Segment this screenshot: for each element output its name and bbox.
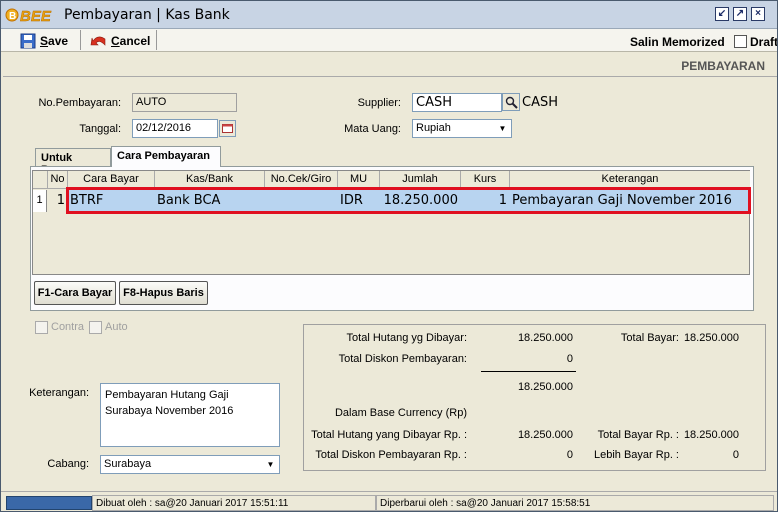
highlight-box bbox=[66, 187, 751, 214]
save-label: Save bbox=[40, 34, 69, 48]
svg-text:B: B bbox=[9, 11, 16, 22]
tanggal-field[interactable]: 02/12/2016 bbox=[132, 119, 218, 138]
status-updated: Diperbarui oleh : sa@20 Januari 2017 15:… bbox=[376, 495, 774, 511]
lebih-bayar-rp-value: 0 bbox=[732, 449, 739, 461]
bee-logo-icon: B BEE bbox=[5, 8, 52, 24]
contra-checkbox[interactable] bbox=[35, 321, 48, 334]
summary-panel: Total Hutang yg Dibayar: 18.250.000 Tota… bbox=[303, 324, 766, 471]
maximize-icon[interactable]: ↗ bbox=[733, 7, 747, 21]
auto-label: Auto bbox=[105, 321, 128, 333]
auto-checkbox[interactable] bbox=[89, 321, 102, 334]
subtotal-value: 18.250.000 bbox=[517, 381, 573, 393]
contra-label: Contra bbox=[51, 321, 85, 333]
total-diskon-label: Total Diskon Pembayaran: bbox=[338, 353, 467, 365]
chevron-down-icon: ▼ bbox=[263, 457, 278, 472]
payment-grid: No Cara Bayar Kas/Bank No.Cek/Giro MU Ju… bbox=[32, 170, 750, 275]
keterangan-label: Keterangan: bbox=[29, 387, 89, 399]
toolbar-separator bbox=[80, 30, 81, 50]
cell-no: 1 bbox=[56, 193, 65, 208]
cabang-select[interactable]: Surabaya ▼ bbox=[100, 455, 280, 474]
save-button[interactable]: Save bbox=[20, 32, 68, 50]
sum-line bbox=[481, 371, 576, 372]
floppy-disk-icon bbox=[20, 33, 36, 49]
tab-cara-pembayaran[interactable]: Cara Pembayaran bbox=[111, 146, 221, 167]
mata-uang-value: Rupiah bbox=[416, 122, 451, 134]
total-bayar-rp-label: Total Bayar Rp. : bbox=[597, 429, 679, 441]
no-pembayaran-label: No.Pembayaran: bbox=[38, 97, 121, 109]
total-hutang-rp-value: 18.250.000 bbox=[517, 429, 573, 441]
svg-text:BEE: BEE bbox=[20, 8, 52, 24]
lebih-bayar-rp-label: Lebih Bayar Rp. : bbox=[594, 449, 679, 461]
tanggal-label: Tanggal: bbox=[79, 123, 121, 135]
cabang-label: Cabang: bbox=[47, 458, 89, 470]
total-hutang-value: 18.250.000 bbox=[517, 332, 573, 344]
calendar-button[interactable] bbox=[219, 120, 236, 137]
hapus-baris-button[interactable]: F8-Hapus Baris bbox=[119, 281, 208, 305]
column-header[interactable]: No bbox=[48, 171, 68, 189]
supplier-name: CASH bbox=[522, 95, 558, 110]
total-diskon-rp-value: 0 bbox=[566, 449, 573, 461]
keterangan-line: Pembayaran Hutang Gaji bbox=[105, 389, 229, 401]
mata-uang-select[interactable]: Rupiah ▼ bbox=[412, 119, 512, 138]
chevron-down-icon: ▼ bbox=[495, 121, 510, 136]
divider bbox=[3, 76, 777, 77]
keterangan-textarea[interactable]: Pembayaran Hutang Gaji Surabaya November… bbox=[100, 383, 280, 447]
window-title: Pembayaran | Kas Bank bbox=[64, 7, 230, 23]
row-number: 1 bbox=[33, 190, 47, 212]
close-icon[interactable]: × bbox=[751, 7, 765, 21]
base-currency-label: Dalam Base Currency (Rp) bbox=[334, 407, 467, 419]
cara-bayar-button[interactable]: F1-Cara Bayar bbox=[34, 281, 116, 305]
restore-icon[interactable]: ↙ bbox=[715, 7, 729, 21]
draft-checkbox[interactable] bbox=[734, 35, 747, 48]
status-bar: Dibuat oleh : sa@20 Januari 2017 15:51:1… bbox=[1, 491, 777, 511]
status-indicator bbox=[6, 496, 92, 510]
salin-memorized-button[interactable]: Salin Memorized bbox=[630, 35, 725, 49]
total-hutang-rp-label: Total Hutang yang Dibayar Rp. : bbox=[311, 429, 467, 441]
tab-label: Cara Pembayaran bbox=[117, 150, 210, 162]
toolbar: Save Cancel Salin Memorized Draft bbox=[1, 29, 778, 52]
window: B BEE Pembayaran | Kas Bank ↙ ↗ × Save C… bbox=[0, 0, 778, 512]
total-hutang-label: Total Hutang yg Dibayar: bbox=[346, 332, 467, 344]
calendar-icon bbox=[222, 124, 233, 133]
undo-arrow-icon bbox=[90, 36, 106, 46]
toolbar-separator bbox=[156, 30, 157, 50]
tab-untuk-bayar[interactable]: Untuk Bayar bbox=[35, 148, 111, 176]
total-bayar-label: Total Bayar: bbox=[620, 332, 679, 344]
grid-corner bbox=[33, 171, 48, 189]
keterangan-line: Surabaya November 2016 bbox=[105, 405, 234, 417]
total-diskon-value: 0 bbox=[566, 353, 573, 365]
supplier-field[interactable]: CASH bbox=[412, 93, 502, 112]
total-diskon-rp-label: Total Diskon Pembayaran Rp. : bbox=[315, 449, 467, 461]
cancel-label: Cancel bbox=[111, 34, 151, 48]
cancel-button[interactable]: Cancel bbox=[90, 32, 150, 50]
supplier-search-button[interactable] bbox=[502, 93, 520, 111]
no-pembayaran-field[interactable]: AUTO bbox=[132, 93, 237, 112]
page-heading: PEMBAYARAN bbox=[681, 59, 765, 73]
draft-label: Draft bbox=[750, 35, 778, 49]
status-created: Dibuat oleh : sa@20 Januari 2017 15:51:1… bbox=[92, 495, 376, 511]
cabang-value: Surabaya bbox=[104, 458, 152, 470]
total-bayar-rp-value: 18.250.000 bbox=[683, 429, 739, 441]
mata-uang-label: Mata Uang: bbox=[344, 123, 401, 135]
supplier-label: Supplier: bbox=[357, 97, 401, 109]
search-icon bbox=[505, 96, 518, 109]
title-bar: B BEE Pembayaran | Kas Bank ↙ ↗ × bbox=[1, 1, 777, 29]
total-bayar-value: 18.250.000 bbox=[683, 332, 739, 344]
